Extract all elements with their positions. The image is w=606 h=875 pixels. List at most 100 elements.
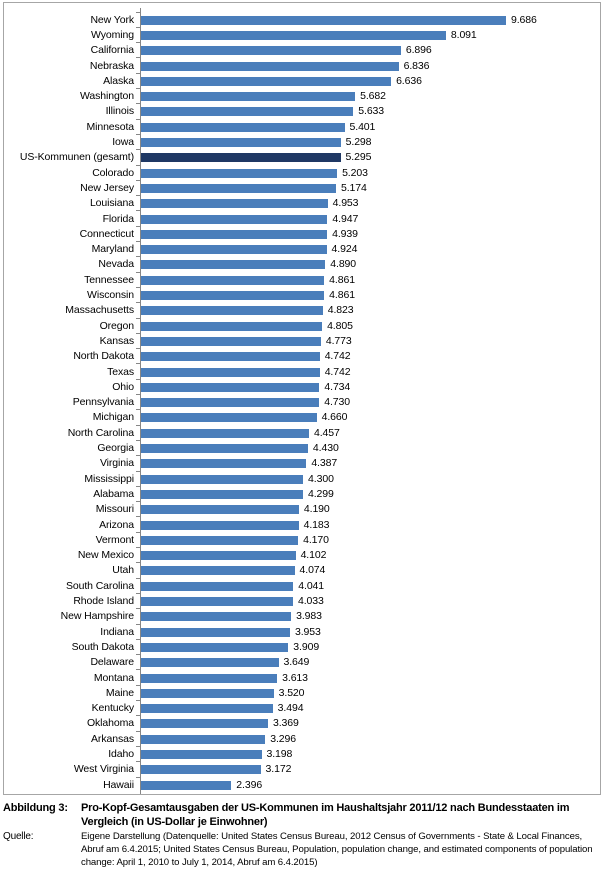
bar-value-label: 4.861 [329, 273, 355, 286]
axis-tick [136, 730, 140, 732]
axis-tick [136, 547, 140, 548]
category-label: North Dakota [73, 350, 134, 363]
category-label: Alabama [93, 487, 134, 500]
category-label: Delaware [90, 656, 134, 669]
bar [141, 291, 325, 301]
axis-tick [136, 348, 140, 350]
bar-value-label: 5.682 [360, 90, 386, 103]
category-label: New Mexico [77, 549, 134, 562]
category-label: New York [90, 13, 134, 26]
bar-value-label: 4.102 [300, 549, 327, 562]
bar-value-label: 4.890 [330, 258, 357, 271]
figure-title-line: Abbildung 3: Pro-Kopf-Gesamtausgaben der… [3, 801, 603, 829]
bar-value-label: 3.296 [270, 732, 296, 745]
bar [141, 214, 328, 224]
bar [141, 245, 327, 255]
axis-tick [136, 302, 140, 304]
category-label: Texas [107, 365, 134, 378]
axis-tick [136, 455, 140, 457]
bar-value-label: 4.924 [331, 243, 358, 256]
bar-value-label: 4.457 [313, 426, 340, 439]
bar-value-label: 5.174 [340, 181, 367, 194]
bar-value-label: 2.396 [236, 778, 263, 791]
bar [141, 413, 317, 423]
bar [141, 581, 294, 591]
axis-tick [136, 11, 140, 13]
bar-value-label: 6.896 [405, 44, 432, 57]
category-label: Wisconsin [87, 289, 134, 302]
bar [141, 76, 392, 86]
category-label: South Carolina [65, 579, 134, 592]
bar-value-label: 5.401 [349, 120, 376, 133]
category-label: Oregon [99, 319, 135, 332]
category-label: California [90, 44, 134, 57]
bar-value-label: 4.953 [332, 197, 359, 210]
bar-value-label: 3.983 [296, 610, 322, 623]
axis-tick [136, 88, 140, 89]
bar [141, 474, 304, 484]
axis-tick [136, 424, 140, 426]
bar-row: Hawaii 2.396 [4, 776, 600, 794]
bar-value-label: 4.730 [324, 396, 351, 409]
category-label: Maryland [91, 243, 134, 256]
bar-value-label: 4.805 [327, 319, 353, 332]
axis-tick [136, 669, 140, 671]
axis-tick [136, 608, 140, 610]
bar [141, 428, 309, 438]
bar-value-label: 5.633 [358, 105, 385, 118]
category-label: Ohio [112, 380, 134, 393]
bar-value-label: 4.041 [298, 579, 325, 592]
bar [141, 15, 506, 25]
category-label: Kentucky [91, 702, 134, 715]
axis-tick [136, 317, 140, 319]
axis-tick [136, 562, 140, 564]
bar-value-label: 5.295 [345, 151, 372, 164]
axis-tick [136, 179, 140, 181]
bar [141, 535, 299, 545]
bar-value-label: 3.172 [265, 763, 292, 776]
bar [141, 61, 399, 71]
bar [141, 321, 323, 331]
axis-tick [136, 439, 140, 441]
axis-tick [136, 286, 140, 288]
bar-value-label: 6.636 [396, 74, 422, 87]
axis-tick [136, 623, 140, 625]
axis-tick [136, 103, 140, 105]
chart-frame: New York 9.686 Wyoming 8.091 California 6.896… [3, 2, 601, 795]
bar [141, 183, 336, 193]
axis-tick [136, 378, 140, 380]
bar-value-label: 4.742 [324, 365, 351, 378]
axis-tick [136, 256, 140, 258]
axis-tick [136, 210, 140, 212]
bar-value-label: 5.203 [342, 166, 368, 179]
category-label: Illinois [105, 105, 134, 118]
bar-value-label: 4.861 [329, 289, 355, 302]
bar-value-label: 4.300 [308, 472, 334, 485]
category-label: Missouri [95, 503, 134, 516]
bar-value-label: 4.170 [303, 533, 329, 546]
category-label: Alaska [103, 74, 134, 87]
category-label: Iowa [112, 136, 134, 149]
figure-source-text: Eigene Darstellung (Datenquelle: United … [81, 831, 593, 869]
axis-tick [136, 654, 140, 656]
axis-tick [136, 42, 140, 44]
bar [141, 107, 354, 117]
axis-tick [136, 501, 140, 503]
category-label: Nebraska [89, 59, 134, 72]
axis-tick [136, 761, 140, 763]
bar [141, 719, 268, 729]
category-label: Arizona [99, 518, 134, 531]
category-label: Utah [112, 564, 134, 577]
axis-tick [136, 700, 140, 701]
bar-value-label: 4.823 [327, 304, 354, 317]
category-label: US-Kommunen (gesamt) [19, 151, 134, 164]
bar-value-label: 3.494 [277, 702, 304, 715]
category-label: Montana [93, 671, 134, 684]
bar [141, 459, 307, 469]
bar [141, 597, 293, 607]
bar [141, 306, 323, 316]
category-label: Maine [105, 686, 134, 699]
bar-value-label: 3.909 [293, 640, 320, 653]
axis-tick [136, 394, 140, 395]
category-label: New Jersey [80, 181, 134, 194]
